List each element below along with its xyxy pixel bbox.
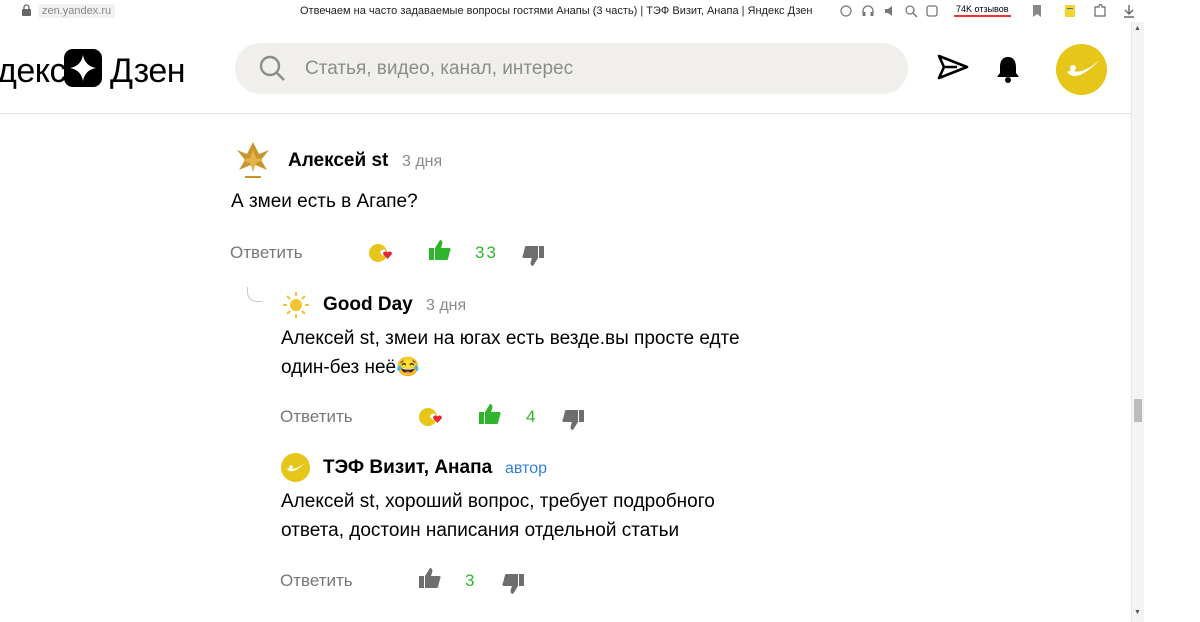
like-count: 4 — [526, 407, 536, 426]
send-icon[interactable] — [937, 53, 969, 81]
page-title: Отвечаем на часто задаваемые вопросы гос… — [300, 5, 813, 17]
zen-logo-icon[interactable] — [64, 49, 102, 87]
comment-text-line: Алексей st, хороший вопрос, требует подр… — [281, 491, 715, 512]
thread-connector — [247, 287, 262, 302]
comment-author[interactable]: Good Day — [323, 294, 413, 316]
dislike-icon[interactable] — [521, 244, 545, 268]
comment-author[interactable]: Алексей st — [288, 150, 388, 172]
like-icon[interactable] — [478, 402, 502, 426]
notes-icon[interactable] — [1064, 4, 1076, 18]
extension-icon[interactable] — [925, 4, 939, 18]
reaction-icon[interactable] — [368, 242, 392, 264]
scroll-down-icon[interactable]: ▼ — [1134, 609, 1141, 617]
page-scrollbar[interactable]: ▲ ▼ — [1131, 22, 1144, 622]
browser-toolbar: zen.yandex.ru Отвечаем на часто задаваем… — [0, 0, 1143, 23]
dislike-icon[interactable] — [501, 572, 525, 596]
puzzle-icon[interactable] — [1093, 4, 1107, 18]
search-icon — [259, 55, 285, 81]
logo-text-right[interactable]: Дзен — [110, 51, 186, 91]
dislike-icon[interactable] — [561, 408, 585, 432]
logo-text-left[interactable]: декс — [0, 51, 67, 91]
lock-icon — [22, 4, 31, 16]
reaction-icon[interactable] — [418, 406, 442, 428]
comment-time: 3 дня — [402, 153, 443, 170]
bookmark-icon[interactable] — [1031, 4, 1043, 18]
speaker-icon[interactable] — [883, 4, 897, 18]
share-icon[interactable] — [839, 4, 853, 18]
download-icon[interactable] — [1123, 4, 1135, 18]
like-count: 33 — [475, 243, 498, 262]
reply-button[interactable]: Ответить — [230, 243, 303, 263]
comment-author[interactable]: ТЭФ Визит, Анапа — [323, 457, 492, 479]
commenter-avatar[interactable] — [233, 138, 273, 184]
like-count: 3 — [465, 571, 475, 590]
address-bar[interactable]: zen.yandex.ru — [38, 4, 116, 18]
comment-text-line: Алексей st, змеи на югах есть везде.вы п… — [281, 328, 740, 349]
commenter-avatar[interactable] — [281, 290, 311, 320]
like-icon[interactable] — [418, 566, 442, 590]
scroll-up-icon[interactable]: ▲ — [1134, 25, 1141, 33]
reply-button[interactable]: Ответить — [280, 571, 353, 591]
author-avatar[interactable] — [281, 453, 310, 482]
headphones-icon[interactable] — [861, 4, 875, 18]
like-icon[interactable] — [428, 238, 452, 262]
zoom-icon[interactable] — [904, 4, 918, 18]
bell-icon[interactable] — [995, 55, 1021, 83]
reviews-badge[interactable]: 74K отзывов — [954, 3, 1011, 17]
author-badge: автор — [505, 460, 547, 477]
comment-text-line: ответа, достоин написания отдельной стат… — [281, 520, 680, 541]
site-header: декс Дзен Статья, видео, канал, интерес — [0, 22, 1131, 114]
reply-button[interactable]: Ответить — [280, 407, 353, 427]
comment-text: А змеи есть в Агапе? — [231, 191, 418, 212]
search-input[interactable]: Статья, видео, канал, интерес — [305, 58, 573, 80]
user-avatar[interactable] — [1056, 44, 1107, 95]
scroll-thumb[interactable] — [1134, 399, 1142, 422]
comment-time: 3 дня — [426, 297, 467, 314]
comment-text-line: один-без неё😂 — [281, 357, 420, 378]
